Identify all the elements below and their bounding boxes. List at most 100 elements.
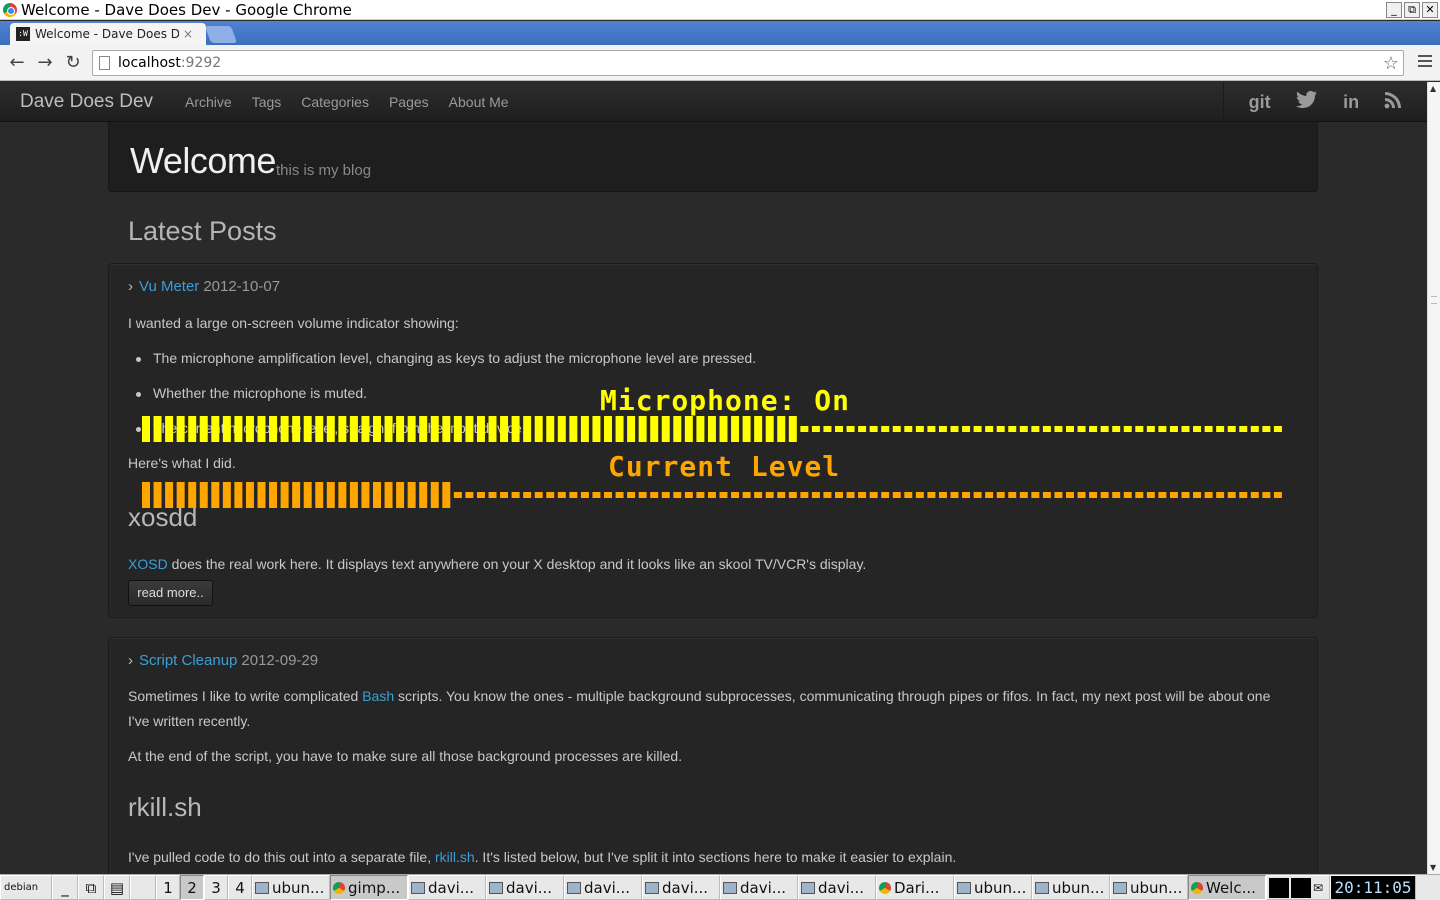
post-title-link[interactable]: Vu Meter xyxy=(139,278,199,295)
terminal-launcher-icon[interactable]: ▤ xyxy=(104,875,130,900)
vu-lit-segment xyxy=(511,416,520,442)
vu-off-segment xyxy=(927,426,936,432)
blank-launcher[interactable] xyxy=(130,875,156,900)
post-card: › Script Cleanup 2012-09-29 Sometimes I li… xyxy=(108,637,1318,874)
debian-menu-button[interactable]: debian xyxy=(0,875,52,900)
address-bar[interactable]: localhost:9292 ☆ xyxy=(92,50,1404,76)
vu-lit-segment xyxy=(442,482,451,508)
vu-off-segment xyxy=(938,492,947,498)
vu-lit-segment xyxy=(222,482,231,508)
browser-toolbar: ← → ↻ localhost:9292 ☆ xyxy=(0,45,1440,81)
chrome-menu-icon[interactable] xyxy=(1418,55,1432,69)
taskbar-task-label: ubun... xyxy=(1052,878,1105,897)
vu-off-segment xyxy=(869,426,878,432)
taskbar-task-label: gimp... xyxy=(348,878,401,897)
taskbar-task[interactable]: Dari... xyxy=(876,875,954,900)
vu-off-segment xyxy=(1158,492,1167,498)
maximize-button[interactable]: ⧉ xyxy=(1404,2,1420,18)
reload-icon[interactable]: ↻ xyxy=(62,52,84,74)
page-header: Welcome this is my blog xyxy=(108,122,1318,192)
desktop-1[interactable]: 1 xyxy=(156,875,180,900)
nav-categories[interactable]: Categories xyxy=(301,94,369,110)
nav-about-me[interactable]: About Me xyxy=(449,94,509,110)
bash-link[interactable]: Bash xyxy=(362,688,394,704)
page-subtitle: this is my blog xyxy=(276,162,372,179)
terminal-icon xyxy=(411,881,425,894)
taskbar-task[interactable]: davi... xyxy=(642,875,720,900)
tab-close-icon[interactable]: × xyxy=(183,27,193,41)
vu-lit-segment xyxy=(719,416,728,442)
linkedin-icon[interactable]: in xyxy=(1343,92,1359,113)
vu-off-segment xyxy=(904,492,913,498)
vu-lit-segment xyxy=(269,416,278,442)
scroll-up-arrow-icon[interactable]: ▲ xyxy=(1430,84,1436,93)
bookmark-star-icon[interactable]: ☆ xyxy=(1383,53,1399,74)
vu-off-segment xyxy=(1216,426,1225,432)
rkill-link[interactable]: rkill.sh xyxy=(435,849,475,865)
post-paragraph: At the end of the script, you have to ma… xyxy=(128,748,683,764)
vu-off-segment xyxy=(1077,492,1086,498)
taskbar-task[interactable]: ubun... xyxy=(954,875,1032,900)
post-title-link[interactable]: Script Cleanup xyxy=(139,652,237,669)
minimize-all-icon[interactable]: _ xyxy=(52,875,78,900)
taskbar-task[interactable]: gimp... xyxy=(330,875,408,900)
osd-current-level-label: Current Level xyxy=(608,450,841,483)
taskbar-task[interactable]: davi... xyxy=(564,875,642,900)
system-tray: ✉ xyxy=(1266,875,1330,900)
taskbar-task[interactable]: ubun... xyxy=(252,875,330,900)
tab-welcome[interactable]: :W Welcome - Dave Does Dev × xyxy=(10,23,206,45)
vu-lit-segment xyxy=(199,416,208,442)
nav-pages[interactable]: Pages xyxy=(389,94,429,110)
rss-icon[interactable] xyxy=(1384,91,1402,114)
vu-lit-segment xyxy=(534,416,543,442)
taskbar-task[interactable]: davi... xyxy=(798,875,876,900)
back-arrow-icon[interactable]: ← xyxy=(6,52,28,74)
vu-lit-segment xyxy=(303,482,312,508)
taskbar-task[interactable]: davi... xyxy=(486,875,564,900)
new-tab-button[interactable] xyxy=(204,26,238,43)
task-list: ubun... gimp... davi... davi... davi... davi.… xyxy=(252,875,1266,900)
taskbar-task[interactable]: davi... xyxy=(720,875,798,900)
vu-off-segment xyxy=(1158,426,1167,432)
vu-off-segment xyxy=(511,492,520,498)
minimize-button[interactable]: _ xyxy=(1386,2,1402,18)
bullet-dot xyxy=(136,427,141,432)
post-paragraph: I've pulled code to do this out into a s… xyxy=(128,849,956,865)
nav-archive[interactable]: Archive xyxy=(185,94,232,110)
site-brand[interactable]: Dave Does Dev xyxy=(20,91,153,113)
url-port: :9292 xyxy=(180,55,222,71)
page-scrollbar[interactable]: ▲ ▼ xyxy=(1427,82,1440,874)
desktop-4[interactable]: 4 xyxy=(228,875,252,900)
desktop-3[interactable]: 3 xyxy=(204,875,228,900)
taskbar-task[interactable]: ubun... xyxy=(1032,875,1110,900)
terminal-icon xyxy=(1113,881,1127,894)
mail-icon[interactable]: ✉ xyxy=(1313,881,1323,895)
vu-lit-segment xyxy=(338,482,347,508)
vu-lit-segment xyxy=(292,482,301,508)
vu-off-segment xyxy=(1239,426,1248,432)
vu-lit-segment xyxy=(211,482,220,508)
window-list-icon[interactable]: ⧉ xyxy=(78,875,104,900)
social-links: git in xyxy=(1223,82,1427,122)
git-icon[interactable]: git xyxy=(1249,92,1271,113)
scrollbar-thumb[interactable] xyxy=(1431,296,1437,304)
vu-off-segment xyxy=(1193,492,1202,498)
vu-off-segment xyxy=(1089,492,1098,498)
taskbar-task[interactable]: ubun... xyxy=(1110,875,1188,900)
forward-arrow-icon[interactable]: → xyxy=(34,52,56,74)
bullet-text: The microphone amplification level, chan… xyxy=(153,350,757,366)
taskbar-task[interactable]: davi... xyxy=(408,875,486,900)
nav-tags[interactable]: Tags xyxy=(252,94,282,110)
vu-off-segment xyxy=(938,426,947,432)
window-titlebar[interactable]: Welcome - Dave Does Dev - Google Chrome … xyxy=(0,0,1440,20)
twitter-icon[interactable] xyxy=(1295,90,1318,114)
vu-off-segment xyxy=(1239,492,1248,498)
desktop-2[interactable]: 2 xyxy=(180,875,204,900)
xosd-link[interactable]: XOSD xyxy=(128,556,168,572)
close-window-button[interactable]: ✕ xyxy=(1422,2,1438,18)
vu-off-segment xyxy=(1262,426,1271,432)
scroll-down-arrow-icon[interactable]: ▼ xyxy=(1430,863,1436,872)
vu-off-segment xyxy=(927,492,936,498)
taskbar-task[interactable]: Welc... xyxy=(1188,875,1266,900)
read-more-button[interactable]: read more.. xyxy=(128,580,213,606)
